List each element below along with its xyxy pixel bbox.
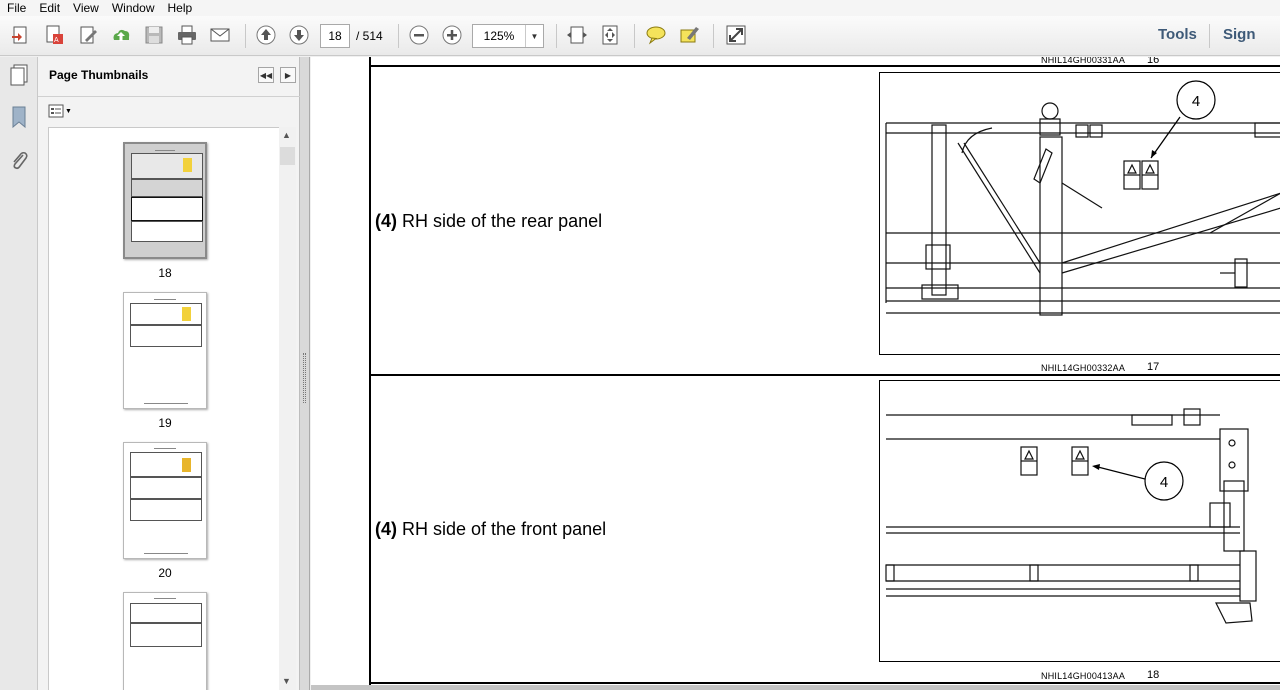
menu-view[interactable]: View	[66, 0, 105, 16]
create-pdf-icon[interactable]	[8, 22, 34, 48]
page-thumbnails-icon[interactable]	[8, 63, 30, 87]
thumbnails-scrollbar[interactable]: ▲ ▼	[279, 127, 296, 690]
collapse-panel-icon[interactable]: ◀◀	[258, 67, 274, 83]
thumbnail-label: 19	[158, 416, 172, 430]
bookmark-icon[interactable]	[8, 105, 30, 129]
chevron-down-icon[interactable]: ▼	[525, 25, 543, 47]
chevron-down-icon: ▼	[65, 107, 72, 115]
menu-window[interactable]: Window	[105, 0, 161, 16]
document-page: NHIL14GH00331AA 16 (4) RH side of the re…	[311, 57, 1280, 690]
menu-file[interactable]: File	[0, 0, 32, 16]
thumbnail-label: 20	[158, 566, 172, 580]
scroll-thumb[interactable]	[280, 147, 295, 165]
thumbnails-list: 18 19 20	[48, 127, 284, 690]
print-icon[interactable]	[174, 22, 200, 48]
upload-icon[interactable]	[108, 22, 134, 48]
menu-help[interactable]: Help	[161, 0, 199, 16]
sign-icon[interactable]	[75, 22, 101, 48]
toolbar: A 18 / 514 125% ▼ Tools Sign	[0, 16, 1280, 56]
comment-icon[interactable]	[643, 22, 669, 48]
figure-front-panel: 4	[879, 380, 1280, 662]
page-total: / 514	[356, 29, 383, 43]
thumbnails-header: Page Thumbnails ◀◀ ▶	[38, 57, 300, 97]
fit-width-icon[interactable]	[564, 22, 590, 48]
next-panel-icon[interactable]: ▶	[280, 67, 296, 83]
options-list-icon	[48, 104, 64, 118]
callout-label: 4	[1192, 93, 1200, 110]
zoom-out-icon[interactable]	[406, 22, 432, 48]
zoom-value: 125%	[483, 29, 515, 43]
figure-caption: NHIL14GH00413AA	[1041, 671, 1126, 681]
thumbnail-options-menu[interactable]: ▼	[48, 103, 74, 119]
menu-edit[interactable]: Edit	[32, 0, 66, 16]
document-viewport[interactable]: NHIL14GH00331AA 16 (4) RH side of the re…	[311, 57, 1280, 690]
page-number-input[interactable]: 18	[320, 24, 350, 48]
thumbnail-label: 18	[158, 266, 172, 280]
edit-pdf-icon[interactable]: A	[41, 22, 67, 48]
menu-bar: File Edit View Window Help	[0, 0, 1280, 16]
fit-page-icon[interactable]	[597, 22, 623, 48]
sign-button[interactable]: Sign	[1223, 26, 1256, 43]
figure-number: 18	[1147, 669, 1160, 681]
svg-text:A: A	[54, 37, 59, 44]
highlight-icon[interactable]	[676, 22, 702, 48]
row-text-front-panel: (4) RH side of the front panel	[375, 519, 607, 539]
figure-caption: NHIL14GH00331AA	[1041, 57, 1126, 65]
tools-button[interactable]: Tools	[1158, 26, 1197, 43]
navigation-pane-strip	[0, 57, 38, 690]
horizontal-scrollbar[interactable]	[311, 685, 1280, 690]
scroll-down-icon[interactable]: ▼	[282, 676, 291, 686]
figure-caption: NHIL14GH00332AA	[1041, 363, 1126, 373]
row-text-rear-panel: (4) RH side of the rear panel	[375, 211, 603, 231]
thumbnails-title: Page Thumbnails	[49, 68, 149, 82]
zoom-in-icon[interactable]	[439, 22, 465, 48]
figure-rear-panel: 4	[879, 72, 1280, 355]
next-page-icon[interactable]	[286, 22, 312, 48]
scroll-up-icon[interactable]: ▲	[282, 130, 291, 140]
attachment-icon[interactable]	[8, 149, 30, 173]
thumbnails-panel: Page Thumbnails ◀◀ ▶ ▼ 18 19 20 ▲ ▼	[38, 57, 300, 690]
email-icon[interactable]	[207, 22, 233, 48]
prev-page-icon[interactable]	[253, 22, 279, 48]
fullscreen-icon[interactable]	[723, 22, 749, 48]
panel-splitter[interactable]	[300, 57, 310, 690]
callout-label: 4	[1160, 474, 1168, 491]
save-icon[interactable]	[141, 22, 167, 48]
figure-number: 17	[1147, 361, 1160, 373]
zoom-select[interactable]: 125% ▼	[472, 24, 544, 48]
